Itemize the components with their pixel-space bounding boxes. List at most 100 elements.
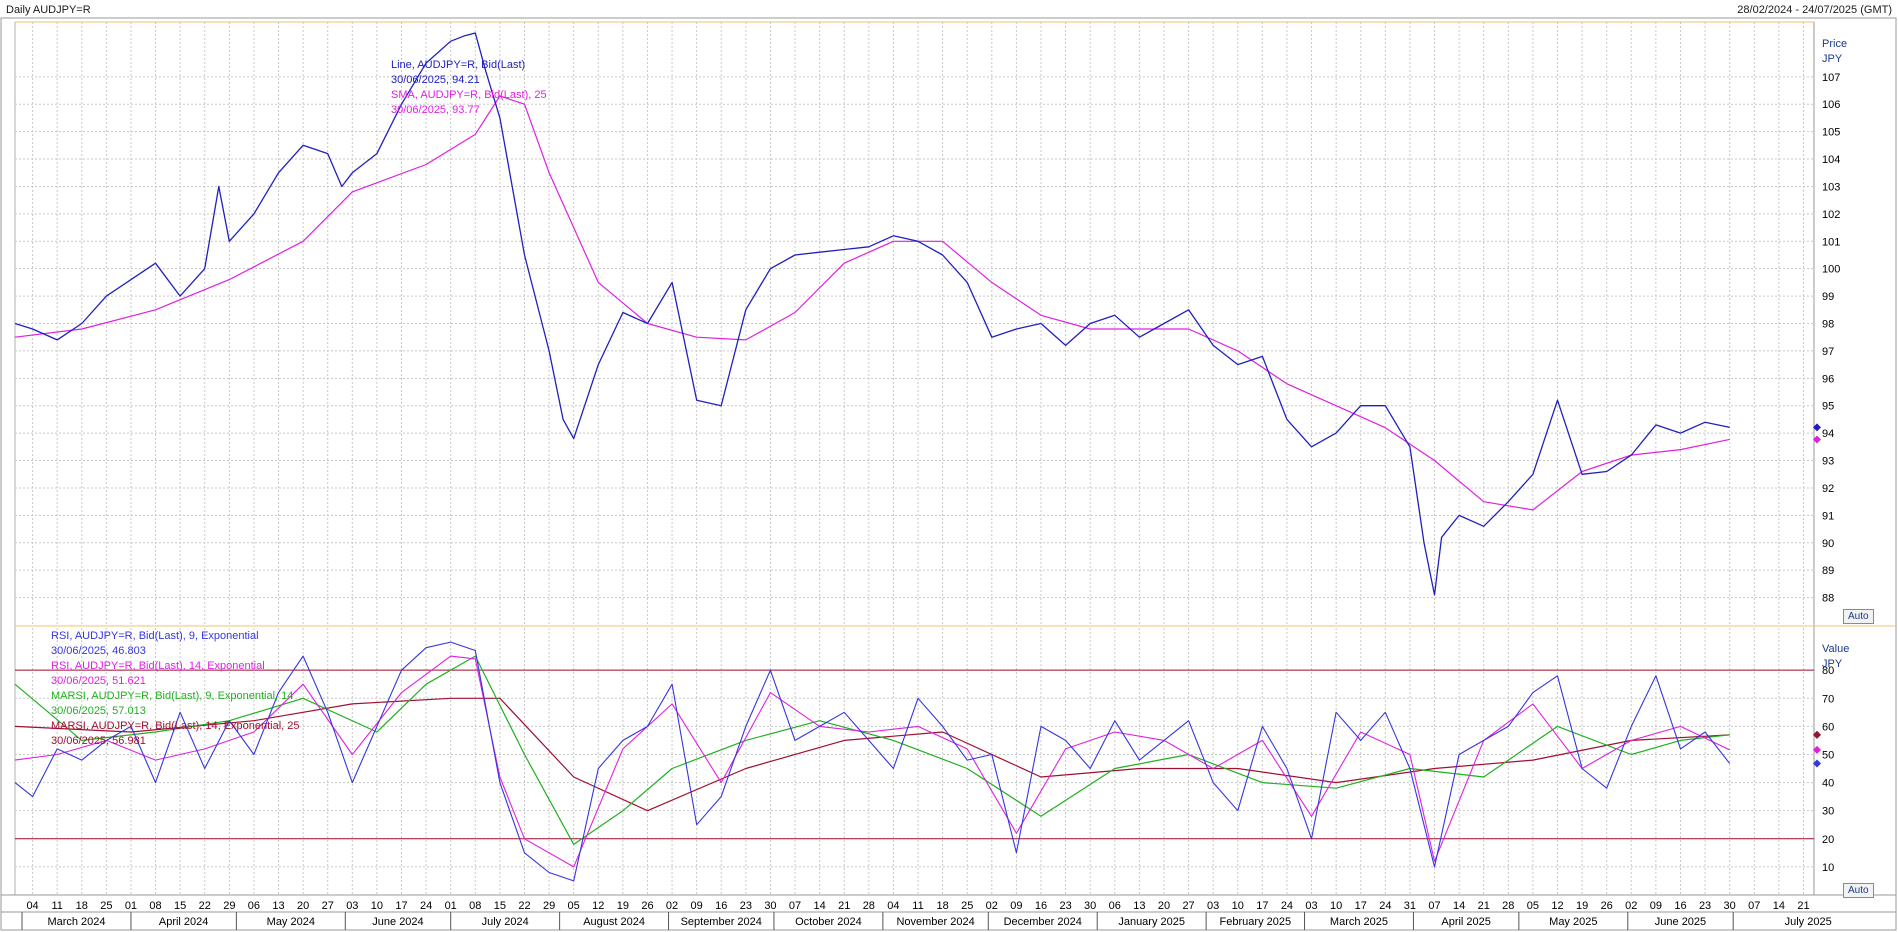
price-line: [14, 32, 1730, 596]
month-label: December 2024: [1004, 916, 1082, 928]
x-tick-label: 23: [740, 900, 752, 912]
x-tick-label: 24: [1281, 900, 1293, 912]
rsi-legend-name: RSI, AUDJPY=R, Bid(Last), 14, Exponentia…: [51, 660, 265, 672]
x-tick-label: 30: [1084, 900, 1096, 912]
x-tick-label: 17: [1355, 900, 1367, 912]
x-tick-label: 23: [1699, 900, 1711, 912]
month-label: July 2025: [1785, 916, 1832, 928]
x-tick-label: 05: [568, 900, 580, 912]
x-tick-label: 26: [641, 900, 653, 912]
x-tick-label: 15: [174, 900, 186, 912]
x-tick-label: 03: [1207, 900, 1219, 912]
rsi-9-line: [14, 641, 1731, 882]
value-auto-scale-button[interactable]: Auto: [1843, 883, 1874, 898]
price-tick-label: 98: [1822, 319, 1834, 331]
month-label: March 2025: [1330, 916, 1388, 928]
x-tick-label: 04: [26, 900, 38, 912]
rsi-tick-label: 50: [1822, 749, 1834, 761]
x-tick-label: 19: [617, 900, 629, 912]
price-tick-label: 102: [1822, 209, 1840, 221]
x-tick-label: 02: [986, 900, 998, 912]
x-tick-label: 18: [936, 900, 948, 912]
price-tick-label: 97: [1822, 346, 1834, 358]
price-tick-label: 103: [1822, 181, 1840, 193]
rsi-tick-label: 20: [1822, 834, 1834, 846]
x-tick-label: 08: [149, 900, 161, 912]
x-tick-label: 20: [297, 900, 309, 912]
rsi-legend-value: 30/06/2025, 56.981: [51, 735, 146, 747]
month-label: January 2025: [1118, 916, 1185, 928]
price-tick-label: 90: [1822, 538, 1834, 550]
x-tick-label: 29: [543, 900, 555, 912]
x-tick-label: 30: [1724, 900, 1736, 912]
month-label: February 2025: [1220, 916, 1292, 928]
x-tick-label: 28: [863, 900, 875, 912]
x-tick-label: 10: [1330, 900, 1342, 912]
price-tick-label: 89: [1822, 565, 1834, 577]
price-legend-name: Line, AUDJPY=R, Bid(Last): [391, 59, 525, 71]
x-tick-label: 03: [346, 900, 358, 912]
price-axis-label: Price: [1822, 38, 1847, 50]
x-tick-label: 16: [715, 900, 727, 912]
x-tick-label: 07: [1748, 900, 1760, 912]
x-tick-label: 24: [1379, 900, 1391, 912]
x-tick-label: 17: [1256, 900, 1268, 912]
x-tick-label: 26: [1601, 900, 1613, 912]
sma-25-line: [14, 95, 1730, 511]
rsi-tick-label: 30: [1822, 806, 1834, 818]
month-label: August 2024: [583, 916, 645, 928]
x-tick-label: 11: [51, 900, 62, 912]
marsi-9-line: [14, 655, 1730, 846]
x-tick-label: 21: [1797, 900, 1809, 912]
price-tick-label: 92: [1822, 483, 1834, 495]
month-label: May 2025: [1549, 916, 1597, 928]
x-tick-label: 02: [666, 900, 678, 912]
price-tick-label: 95: [1822, 401, 1834, 413]
x-tick-label: 07: [1428, 900, 1440, 912]
price-legend-value: 30/06/2025, 93.77: [391, 104, 480, 116]
price-tick-label: 96: [1822, 373, 1834, 385]
rsi-legend-value: 30/06/2025, 57.013: [51, 705, 146, 717]
rsi-legend-name: RSI, AUDJPY=R, Bid(Last), 9, Exponential: [51, 630, 259, 642]
x-tick-label: 30: [764, 900, 776, 912]
price-tick-label: 101: [1822, 236, 1840, 248]
rsi-tick-label: 10: [1822, 862, 1834, 874]
rsi-legend-value: 30/06/2025, 51.621: [51, 675, 146, 687]
price-tick-label: 88: [1822, 593, 1834, 605]
x-tick-label: 01: [125, 900, 137, 912]
x-tick-label: 06: [1109, 900, 1121, 912]
x-tick-label: 04: [887, 900, 899, 912]
chart-canvas[interactable]: 04 11 18 25 01 08 15 22 29 06 13 20 27 03 10 17 24 01 08 15…: [0, 0, 1898, 932]
x-tick-label: 11: [912, 900, 923, 912]
month-label: September 2024: [681, 916, 762, 928]
x-tick-label: 12: [1551, 900, 1563, 912]
x-tick-label: 02: [1625, 900, 1637, 912]
x-tick-label: 27: [322, 900, 334, 912]
month-label: July 2024: [482, 916, 529, 928]
x-tick-label: 05: [1527, 900, 1539, 912]
month-label: November 2024: [896, 916, 974, 928]
price-tick-label: 106: [1822, 99, 1840, 111]
month-label: April 2024: [159, 916, 209, 928]
rsi-tick-label: 70: [1822, 693, 1834, 705]
outer-frame: [0, 17, 1897, 931]
rsi-legend-name: MARSI, AUDJPY=R, Bid(Last), 9, Exponenti…: [51, 690, 293, 702]
x-tick-label: 09: [1010, 900, 1022, 912]
rsi-legend-value: 30/06/2025, 46.803: [51, 645, 146, 657]
x-tick-label: 28: [1502, 900, 1514, 912]
x-tick-label: 27: [1182, 900, 1194, 912]
x-tick-label: 12: [592, 900, 604, 912]
price-horizontal-gridlines: [15, 76, 1814, 599]
month-label: June 2024: [372, 916, 423, 928]
price-auto-scale-button[interactable]: Auto: [1843, 609, 1874, 624]
month-label: October 2024: [795, 916, 862, 928]
month-label: April 2025: [1441, 916, 1491, 928]
x-tick-label: 20: [1158, 900, 1170, 912]
price-tick-label: 99: [1822, 291, 1834, 303]
x-tick-label: 23: [1059, 900, 1071, 912]
price-axis-unit: JPY: [1822, 53, 1843, 65]
x-tick-label: 16: [1674, 900, 1686, 912]
x-tick-label: 18: [76, 900, 88, 912]
x-tick-label: 31: [1404, 900, 1416, 912]
x-tick-label: 01: [445, 900, 457, 912]
